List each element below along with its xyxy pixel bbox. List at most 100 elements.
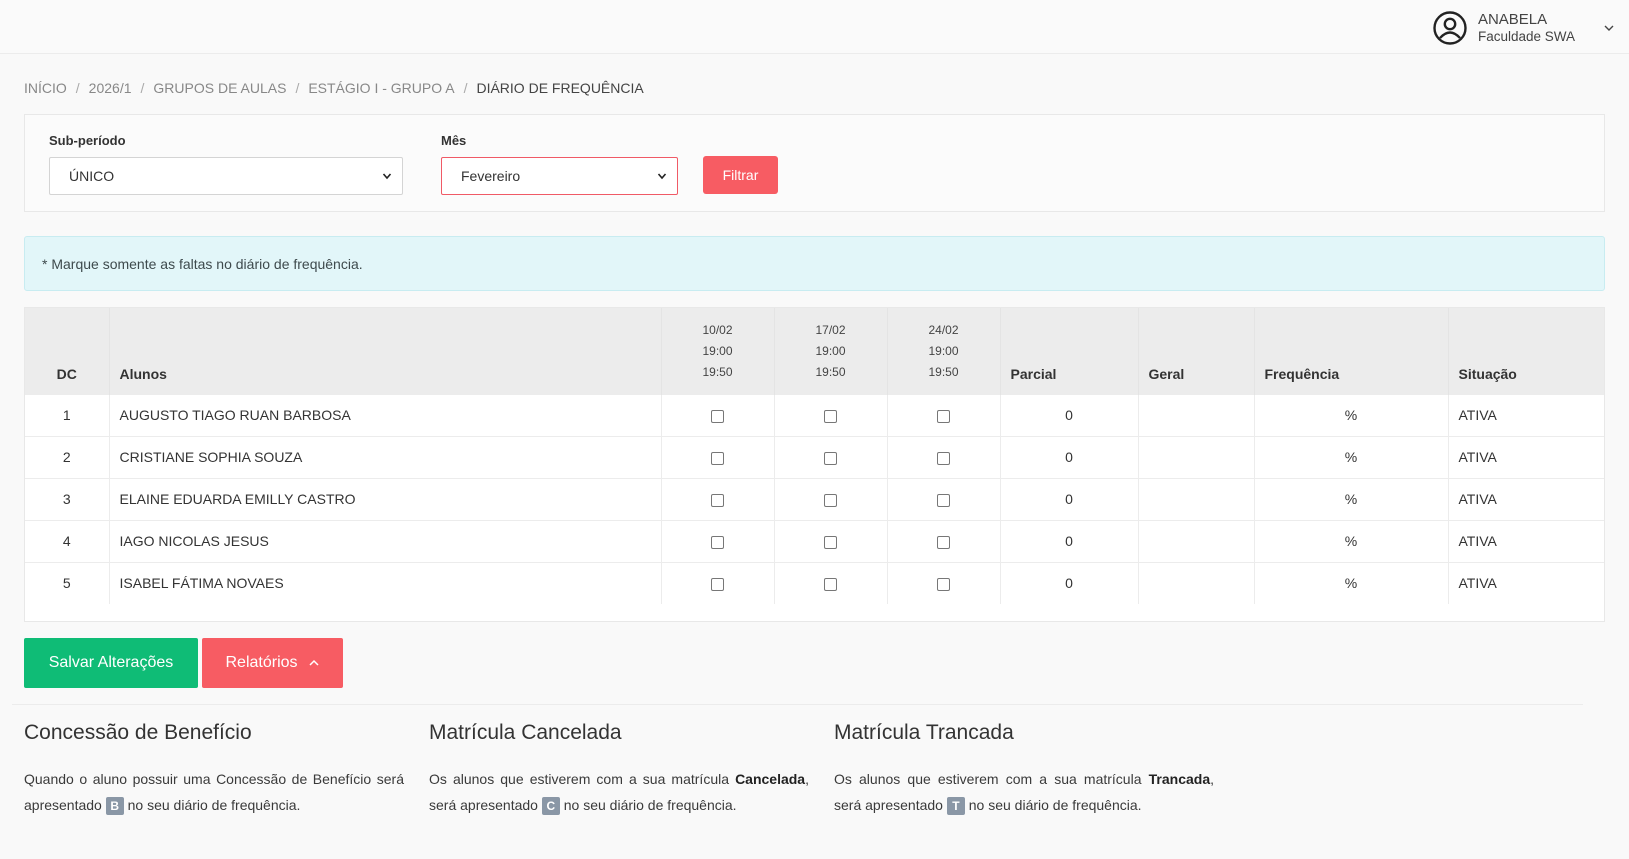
reports-button[interactable]: Relatórios [202, 638, 343, 688]
absence-cell [660, 520, 774, 562]
breadcrumb-separator: / [295, 80, 300, 96]
user-info: ANABELA Faculdade SWA [1478, 11, 1575, 45]
header-status: Situação [1447, 308, 1604, 394]
chevron-down-icon [382, 173, 392, 180]
breadcrumb-item-inicio[interactable]: INÍCIO [24, 80, 67, 96]
breadcrumb-separator: / [75, 80, 80, 96]
attendance-table: DC Alunos 10/02 19:00 19:50 17/02 19:00 … [25, 308, 1604, 604]
legend-strong: Trancada [1148, 771, 1211, 787]
absence-cell [886, 478, 1000, 520]
absence-checkbox[interactable] [711, 493, 724, 507]
row-status: ATIVA [1447, 436, 1604, 478]
time-end: 19:50 [815, 364, 846, 379]
absence-checkbox[interactable] [711, 578, 724, 592]
absence-checkbox[interactable] [937, 451, 950, 465]
filter-button[interactable]: Filtrar [703, 156, 778, 194]
row-dc: 3 [62, 491, 71, 507]
user-avatar-icon [1433, 11, 1467, 45]
save-changes-button[interactable]: Salvar Alterações [24, 638, 198, 688]
absence-checkbox[interactable] [711, 451, 724, 465]
row-general [1137, 562, 1254, 604]
legend-text-part: no seu diário de frequência. [968, 797, 1142, 813]
legend-locked-title: Matrícula Trancada [834, 721, 1014, 744]
chevron-down-icon[interactable] [1603, 22, 1615, 34]
absence-checkbox[interactable] [824, 493, 837, 507]
user-org: Faculdade SWA [1477, 29, 1575, 44]
legend-benefit-text: Quando o aluno possuir uma Concessão de … [24, 766, 404, 818]
absence-checkbox[interactable] [824, 451, 837, 465]
legend-benefit: Concessão de Benefício Quando o aluno po… [24, 721, 404, 818]
row-general [1137, 478, 1254, 520]
breadcrumb-item-group[interactable]: ESTÁGIO I - GRUPO A [308, 80, 454, 96]
header-date-1: 10/02 19:00 19:50 [660, 308, 774, 394]
legend-cancelled-text: Os alunos que estiverem com a sua matríc… [429, 766, 809, 818]
absence-cell [886, 520, 1000, 562]
absence-checkbox[interactable] [711, 409, 724, 423]
breadcrumb-item-period[interactable]: 2026/1 [89, 80, 132, 96]
section-divider [12, 704, 1583, 705]
row-partial: 0 [999, 478, 1138, 520]
absence-checkbox[interactable] [824, 409, 837, 423]
badge-b: B [105, 797, 124, 816]
row-student-name: AUGUSTO TIAGO RUAN BARBOSA [108, 394, 661, 436]
main-content: INÍCIO / 2026/1 / GRUPOS DE AULAS / ESTÁ… [0, 79, 1629, 688]
legend-text-part: Os alunos que estiverem com a sua matríc… [834, 771, 1142, 787]
absence-checkbox[interactable] [937, 493, 950, 507]
filter-panel: Sub-período ÚNICO Mês Fevereiro Filtrar [24, 114, 1605, 212]
absence-cell [660, 394, 774, 436]
top-bar: ANABELA Faculdade SWA [0, 0, 1629, 54]
absence-checkbox[interactable] [824, 578, 837, 592]
month-select[interactable]: Fevereiro [441, 157, 678, 195]
header-students: Alunos [108, 308, 661, 394]
breadcrumb-item-groups[interactable]: GRUPOS DE AULAS [153, 80, 286, 96]
subperiod-group: Sub-período ÚNICO [49, 133, 403, 195]
row-frequency: % [1253, 394, 1448, 436]
absence-cell [660, 562, 774, 604]
month-label: Mês [441, 133, 467, 148]
subperiod-select[interactable]: ÚNICO [49, 157, 403, 195]
absence-cell [773, 562, 887, 604]
legend-cancelled: Matrícula Cancelada Os alunos que estive… [429, 721, 809, 818]
absence-cell [660, 478, 774, 520]
time-start: 19:00 [928, 343, 959, 358]
absence-cell [773, 520, 887, 562]
header-partial: Parcial [999, 308, 1138, 394]
legend-locked: Matrícula Trancada Os alunos que estiver… [834, 721, 1214, 818]
table-row: 2 CRISTIANE SOPHIA SOUZA 0 % ATIVA [25, 436, 1604, 478]
table-row: 4 IAGO NICOLAS JESUS 0 % ATIVA [25, 520, 1604, 562]
date-label: 10/02 [702, 322, 733, 337]
row-status: ATIVA [1447, 478, 1604, 520]
absence-checkbox[interactable] [711, 535, 724, 549]
row-general [1137, 394, 1254, 436]
absence-checkbox[interactable] [937, 578, 950, 592]
absence-checkbox[interactable] [937, 535, 950, 549]
absence-cell [660, 436, 774, 478]
row-student-name: CRISTIANE SOPHIA SOUZA [108, 436, 661, 478]
breadcrumb: INÍCIO / 2026/1 / GRUPOS DE AULAS / ESTÁ… [24, 79, 1605, 97]
row-student-name: IAGO NICOLAS JESUS [108, 520, 661, 562]
time-end: 19:50 [928, 364, 959, 379]
row-partial: 0 [999, 394, 1138, 436]
row-status: ATIVA [1447, 520, 1604, 562]
legend-benefit-title: Concessão de Benefício [24, 721, 252, 744]
row-student-name: ELAINE EDUARDA EMILLY CASTRO [108, 478, 661, 520]
breadcrumb-separator: / [140, 80, 145, 96]
header-dc: DC [56, 365, 77, 382]
header-date-2: 17/02 19:00 19:50 [773, 308, 887, 394]
time-start: 19:00 [702, 343, 733, 358]
table-row: 5 ISABEL FÁTIMA NOVAES 0 % ATIVA [25, 562, 1604, 604]
row-dc: 4 [62, 533, 71, 549]
header-date-3: 24/02 19:00 19:50 [886, 308, 1000, 394]
row-partial: 0 [999, 520, 1138, 562]
absence-checkbox[interactable] [937, 409, 950, 423]
row-dc: 5 [62, 575, 71, 592]
row-status: ATIVA [1447, 562, 1604, 604]
user-menu[interactable]: ANABELA Faculdade SWA [1432, 10, 1615, 46]
absence-checkbox[interactable] [824, 535, 837, 549]
legend-text-part: no seu diário de frequência. [563, 797, 737, 813]
date-label: 24/02 [928, 322, 959, 337]
row-dc: 1 [62, 407, 71, 423]
table-row: 1 AUGUSTO TIAGO RUAN BARBOSA 0 % ATIVA [25, 394, 1604, 436]
table-row: 3 ELAINE EDUARDA EMILLY CASTRO 0 % ATIVA [25, 478, 1604, 520]
breadcrumb-separator: / [463, 80, 468, 96]
